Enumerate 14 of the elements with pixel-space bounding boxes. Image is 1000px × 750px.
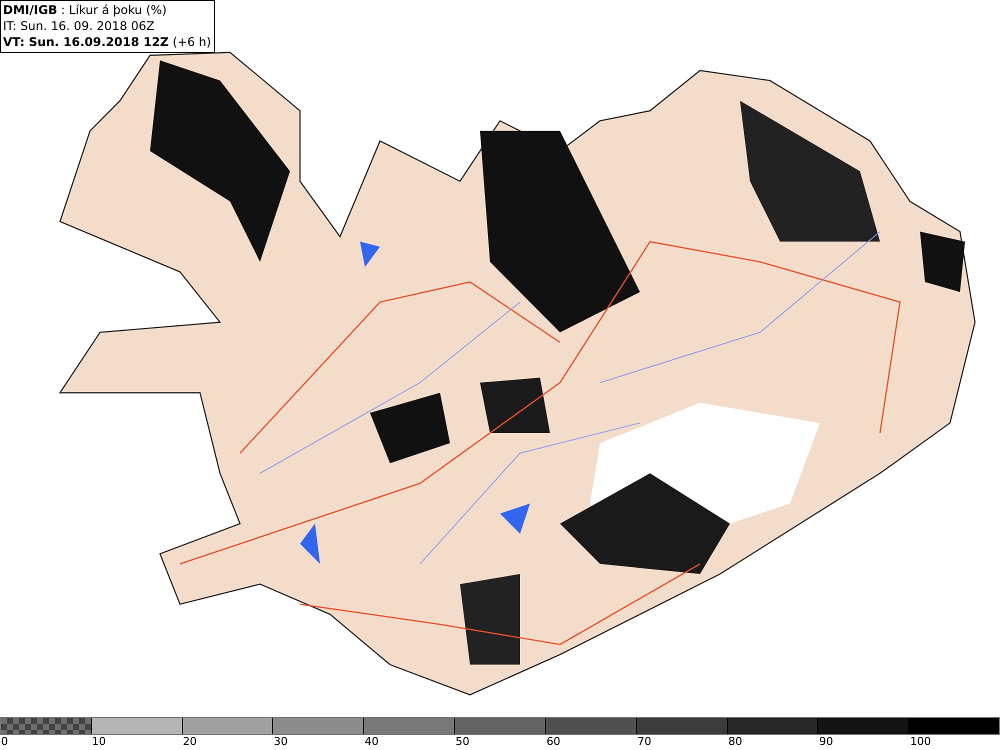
initial-time: IT: Sun. 16. 09. 2018 06Z [3, 18, 156, 34]
scale-label: 0 [0, 735, 8, 748]
valid-time: VT: Sun. 16.09.2018 12Z (+6 h) [3, 34, 212, 50]
scale-label: 60 [545, 735, 560, 748]
scale-label: 100 [909, 735, 932, 748]
map-title: DMI/IGB : Líkur á þoku (%) [3, 2, 168, 18]
scale-label: 80 [727, 735, 742, 748]
scale-label: 90 [818, 735, 834, 748]
scale-label: 70 [636, 735, 652, 748]
scale-label: 30 [272, 735, 288, 748]
scale-label: 10 [90, 735, 106, 748]
scale-label: 20 [182, 735, 197, 748]
scale-label: 50 [454, 735, 470, 748]
scale-label: 40 [364, 735, 379, 748]
